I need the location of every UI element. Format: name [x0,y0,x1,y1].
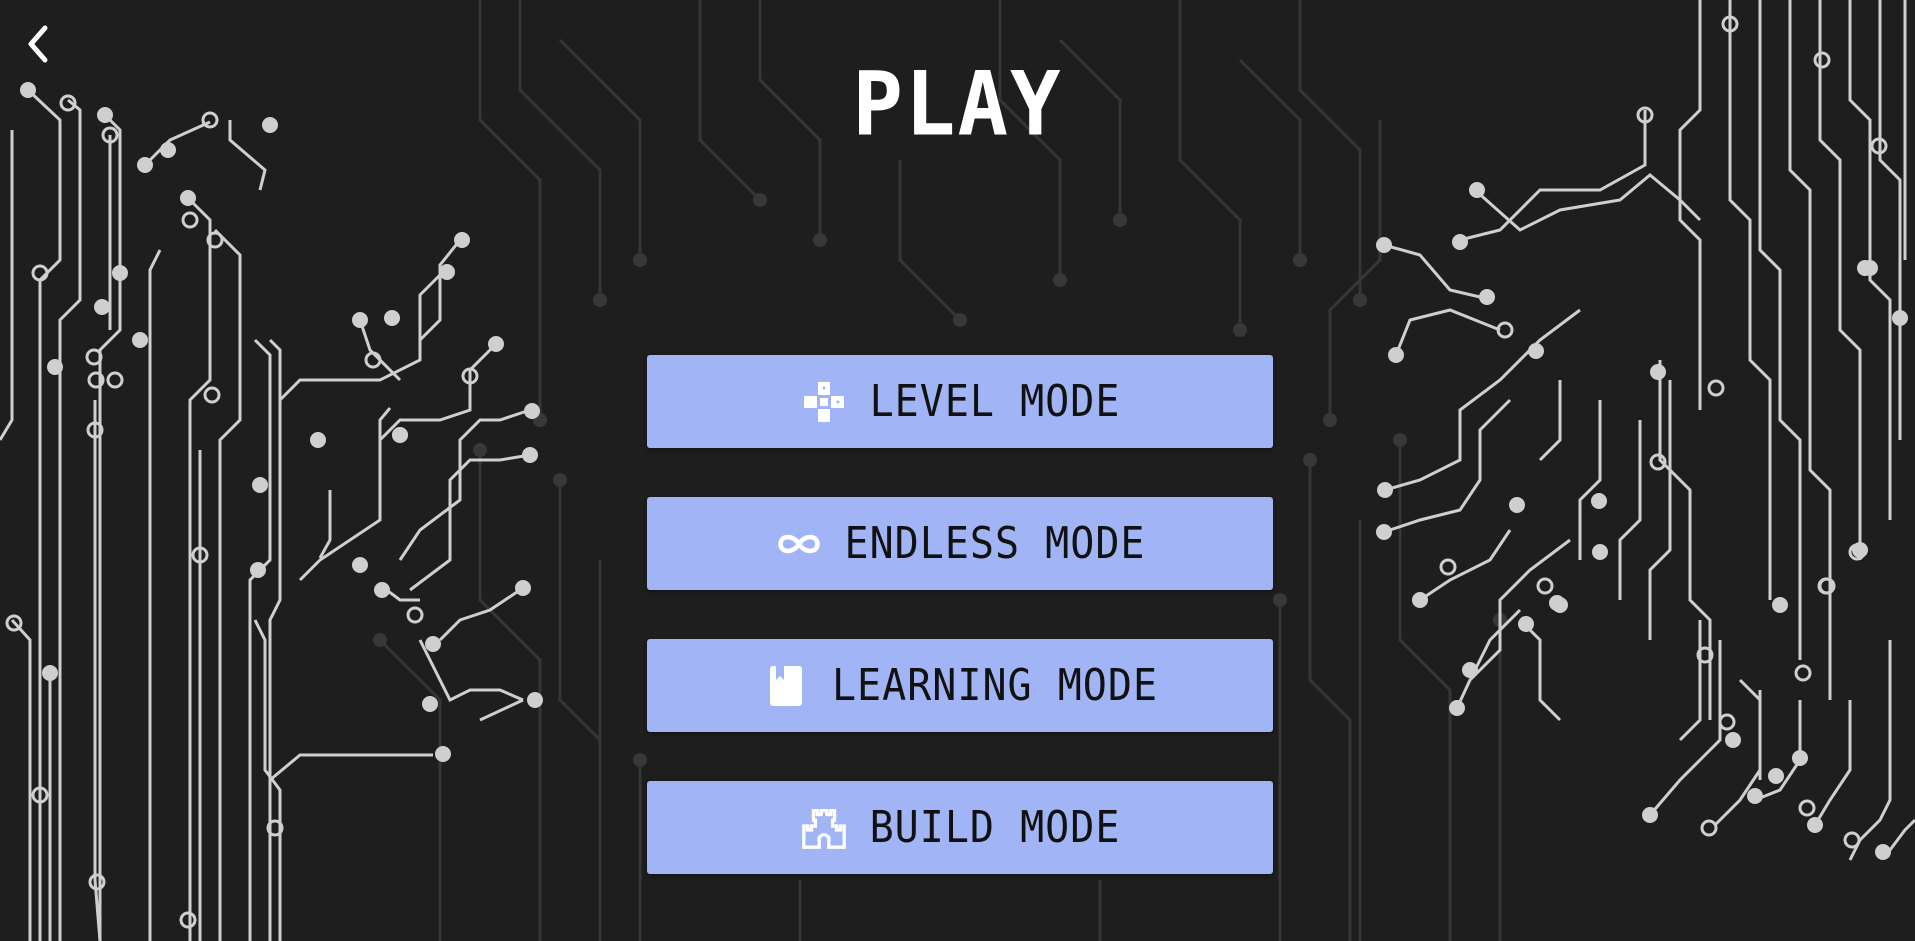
build-mode-button[interactable]: BUILD MODE [647,781,1273,874]
page-title: PLAY [852,52,1063,156]
infinity-icon [775,520,823,568]
level-mode-button[interactable]: LEVEL MODE [647,355,1273,448]
mode-menu: LEVEL MODE ENDLESS MODE LEARNING MODE BU… [647,355,1273,923]
build-mode-label: BUILD MODE [869,802,1121,853]
level-mode-label: LEVEL MODE [869,376,1121,427]
learning-mode-button[interactable]: LEARNING MODE [647,639,1273,732]
castle-icon [800,804,848,852]
chevron-left-icon [28,25,48,63]
endless-mode-label: ENDLESS MODE [844,518,1146,569]
endless-mode-button[interactable]: ENDLESS MODE [647,497,1273,590]
gamepad-icon [800,378,848,426]
learning-mode-label: LEARNING MODE [831,660,1159,711]
play-screen: PLAY LEVEL MODE ENDLESS MODE LEARNING MO… [0,0,1915,941]
book-icon [762,662,810,710]
